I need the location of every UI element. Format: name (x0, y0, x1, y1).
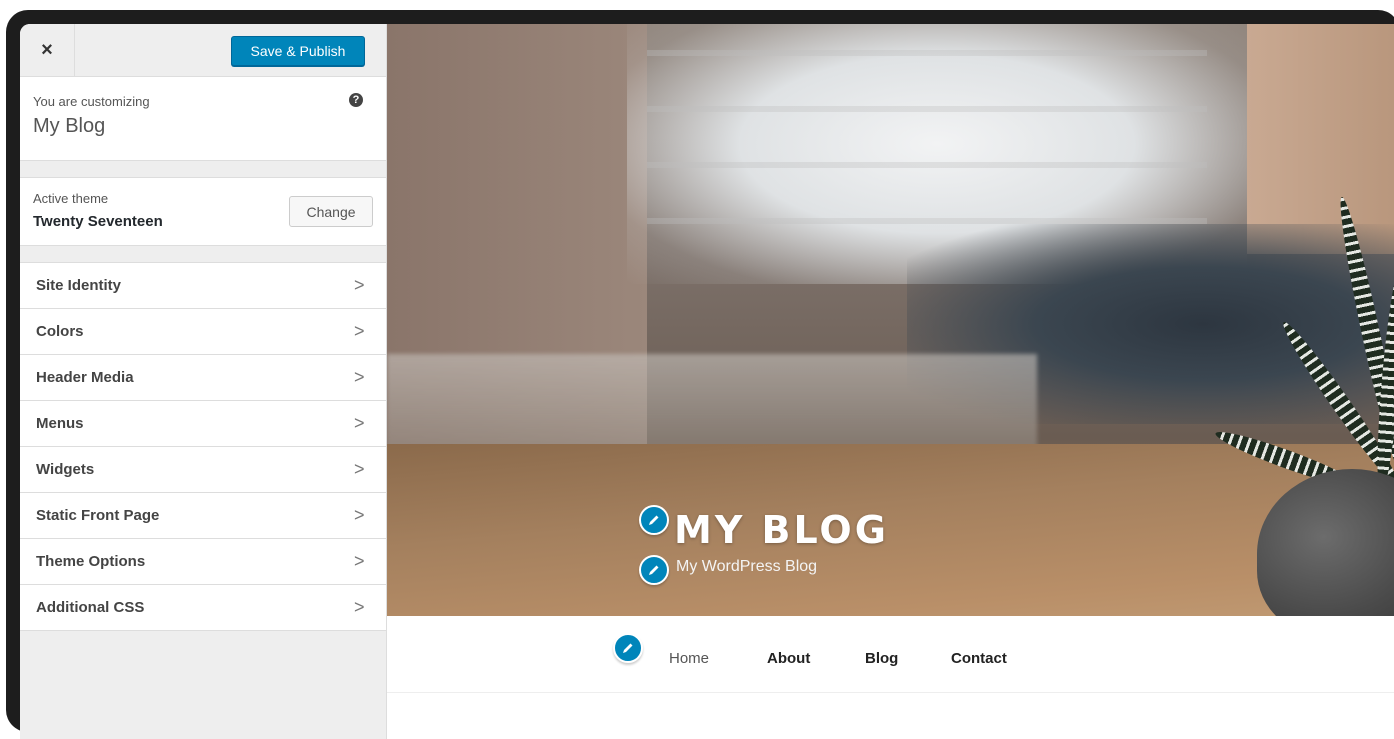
active-theme-name: Twenty Seventeen (33, 213, 163, 230)
chevron-right-icon: > (354, 505, 365, 525)
primary-menu: Home About Blog Contact (387, 616, 1394, 693)
section-menus[interactable]: Menus > (20, 401, 386, 447)
edit-site-title-shortcut[interactable] (639, 505, 669, 535)
section-label: Menus (36, 415, 84, 432)
section-label: Header Media (36, 369, 134, 386)
customizer-sidebar: × Save & Publish You are customizing My … (20, 24, 387, 739)
header-image: MY BLOG My WordPress Blog (387, 24, 1394, 616)
site-name: My Blog (33, 115, 106, 137)
change-theme-button[interactable]: Change (289, 196, 373, 227)
section-label: Widgets (36, 461, 95, 478)
chevron-right-icon: > (354, 413, 365, 433)
section-site-identity[interactable]: Site Identity > (20, 263, 386, 309)
site-title[interactable]: MY BLOG (674, 508, 889, 552)
section-static-front-page[interactable]: Static Front Page > (20, 493, 386, 539)
customizer-sections: Site Identity > Colors > Header Media > … (20, 262, 386, 631)
menu-item-blog[interactable]: Blog (865, 650, 898, 667)
section-additional-css[interactable]: Additional CSS > (20, 585, 386, 631)
wooden-table (387, 444, 1394, 616)
customizing-label: You are customizing (33, 94, 150, 109)
pencil-icon (649, 515, 659, 525)
help-icon[interactable]: ? (349, 93, 363, 107)
section-label: Site Identity (36, 277, 122, 294)
chevron-right-icon: > (354, 367, 365, 387)
section-label: Additional CSS (36, 599, 145, 616)
chevron-right-icon: > (354, 459, 365, 479)
customizer-screen: × Save & Publish You are customizing My … (20, 24, 1394, 739)
pencil-icon (649, 565, 659, 575)
section-label: Theme Options (36, 553, 146, 570)
close-customizer-button[interactable]: × (20, 24, 75, 76)
chevron-right-icon: > (354, 551, 365, 571)
section-colors[interactable]: Colors > (20, 309, 386, 355)
edit-tagline-shortcut[interactable] (639, 555, 669, 585)
close-icon: × (41, 38, 53, 61)
pencil-icon (623, 643, 633, 653)
active-theme-label: Active theme (33, 191, 109, 206)
chevron-right-icon: > (354, 321, 365, 341)
edit-menu-shortcut[interactable] (613, 633, 643, 663)
site-preview: MY BLOG My WordPress Blog Home About Blo… (387, 24, 1394, 739)
background-wall-right (1247, 24, 1394, 254)
menu-item-contact[interactable]: Contact (951, 650, 1007, 667)
site-tagline[interactable]: My WordPress Blog (676, 558, 817, 576)
customizing-info: You are customizing My Blog ? (20, 77, 386, 161)
section-header-media[interactable]: Header Media > (20, 355, 386, 401)
section-widgets[interactable]: Widgets > (20, 447, 386, 493)
save-publish-button[interactable]: Save & Publish (231, 36, 365, 66)
section-label: Colors (36, 323, 84, 340)
menu-item-about[interactable]: About (767, 650, 810, 667)
menu-item-home[interactable]: Home (669, 650, 709, 667)
section-theme-options[interactable]: Theme Options > (20, 539, 386, 585)
chevron-right-icon: > (354, 275, 365, 295)
sidebar-header: × Save & Publish (20, 24, 386, 77)
section-label: Static Front Page (36, 507, 160, 524)
device-frame: × Save & Publish You are customizing My … (6, 10, 1394, 739)
active-theme-panel: Active theme Twenty Seventeen Change (20, 177, 386, 246)
chevron-right-icon: > (354, 597, 365, 617)
